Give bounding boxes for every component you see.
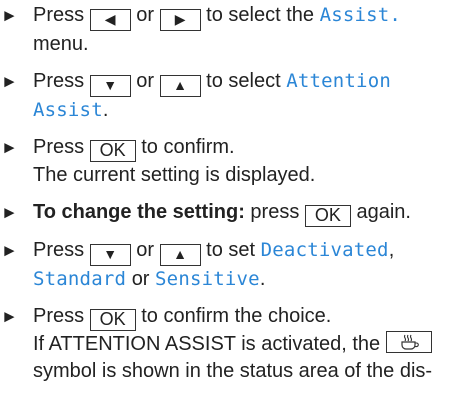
up-arrow-key: ▲ <box>159 75 201 97</box>
step-text: to confirm the choice. <box>141 305 332 327</box>
bullet-arrow-icon: ► <box>1 138 18 157</box>
instruction-list: ► Press ◀ or ▶ to select the Assist. men… <box>0 2 463 395</box>
step-line: Assist. <box>33 97 463 124</box>
step-select-attention-assist: ► Press ▼ or ▲ to select Attention Assis… <box>0 68 463 124</box>
bullet-arrow-icon: ► <box>1 307 18 326</box>
step-line: menu. <box>33 31 463 58</box>
step-change-setting: ► To change the setting: press OK again. <box>0 199 463 227</box>
step-line: Press ▼ or ▲ to select Attention <box>33 68 463 97</box>
step-text: or <box>136 70 155 92</box>
display-text-assist: Assist. <box>319 4 402 26</box>
step-confirm-choice: ► Press OK to confirm the choice. If ATT… <box>0 303 463 385</box>
step-text: or <box>136 4 155 26</box>
step-text: Press <box>33 4 85 26</box>
step-line: Press OK to confirm the choice. <box>33 303 463 331</box>
step-text: or <box>136 239 155 261</box>
display-text-assist: Assist <box>33 99 103 121</box>
step-text: or <box>131 268 150 290</box>
step-text: . <box>102 99 109 121</box>
display-text-sensitive: Sensitive <box>155 268 260 290</box>
step-text: press <box>250 201 300 223</box>
bullet-arrow-icon: ► <box>1 203 18 222</box>
step-confirm: ► Press OK to confirm. The current setti… <box>0 134 463 189</box>
coffee-cup-symbol <box>401 334 419 350</box>
step-text: . <box>259 268 266 290</box>
bullet-arrow-icon: ► <box>1 6 18 25</box>
step-text: menu. <box>33 33 89 55</box>
step-line: Press OK to confirm. <box>33 134 463 162</box>
step-line: symbol is shown in the status area of th… <box>33 358 463 385</box>
coffee-cup-icon <box>385 331 432 353</box>
step-text: The current setting is displayed. <box>33 164 316 186</box>
step-text: Press <box>33 305 85 327</box>
step-line: If ATTENTION ASSIST is activated, the <box>33 331 463 358</box>
step-line: Press ◀ or ▶ to select the Assist. <box>33 2 463 31</box>
step-select-assist-menu: ► Press ◀ or ▶ to select the Assist. men… <box>0 2 463 58</box>
down-arrow-key: ▼ <box>89 75 131 97</box>
down-arrow-key: ▼ <box>89 244 131 266</box>
ok-key: OK <box>304 205 351 227</box>
right-arrow-key: ▶ <box>159 9 201 31</box>
step-text: Press <box>33 70 85 92</box>
step-line: Press ▼ or ▲ to set Deactivated, <box>33 237 463 266</box>
ok-key: OK <box>89 309 136 331</box>
step-line: The current setting is displayed. <box>33 162 463 189</box>
bullet-arrow-icon: ► <box>1 241 18 260</box>
display-text-deactivated: Deactivated <box>260 239 389 261</box>
step-line: To change the setting: press OK again. <box>33 199 463 227</box>
step-set-sensitivity: ► Press ▼ or ▲ to set Deactivated, Stand… <box>0 237 463 293</box>
step-text: to select <box>206 70 281 92</box>
step-text: Press <box>33 136 85 158</box>
step-text: to confirm. <box>141 136 235 158</box>
step-text: again. <box>356 201 411 223</box>
step-text: Press <box>33 239 85 261</box>
step-text: , <box>388 239 395 261</box>
step-heading: To change the setting: <box>33 201 245 223</box>
step-text: If ATTENTION ASSIST is activated, the <box>33 333 381 355</box>
ok-key: OK <box>89 140 136 162</box>
display-text-standard: Standard <box>33 268 127 290</box>
display-text-attention: Attention <box>286 70 391 92</box>
left-arrow-key: ◀ <box>89 9 131 31</box>
step-line: Standard or Sensitive. <box>33 266 463 293</box>
step-text: symbol is shown in the status area of th… <box>33 360 433 382</box>
step-text: to set <box>206 239 256 261</box>
step-text: to select the <box>206 4 315 26</box>
up-arrow-key: ▲ <box>159 244 201 266</box>
bullet-arrow-icon: ► <box>1 72 18 91</box>
